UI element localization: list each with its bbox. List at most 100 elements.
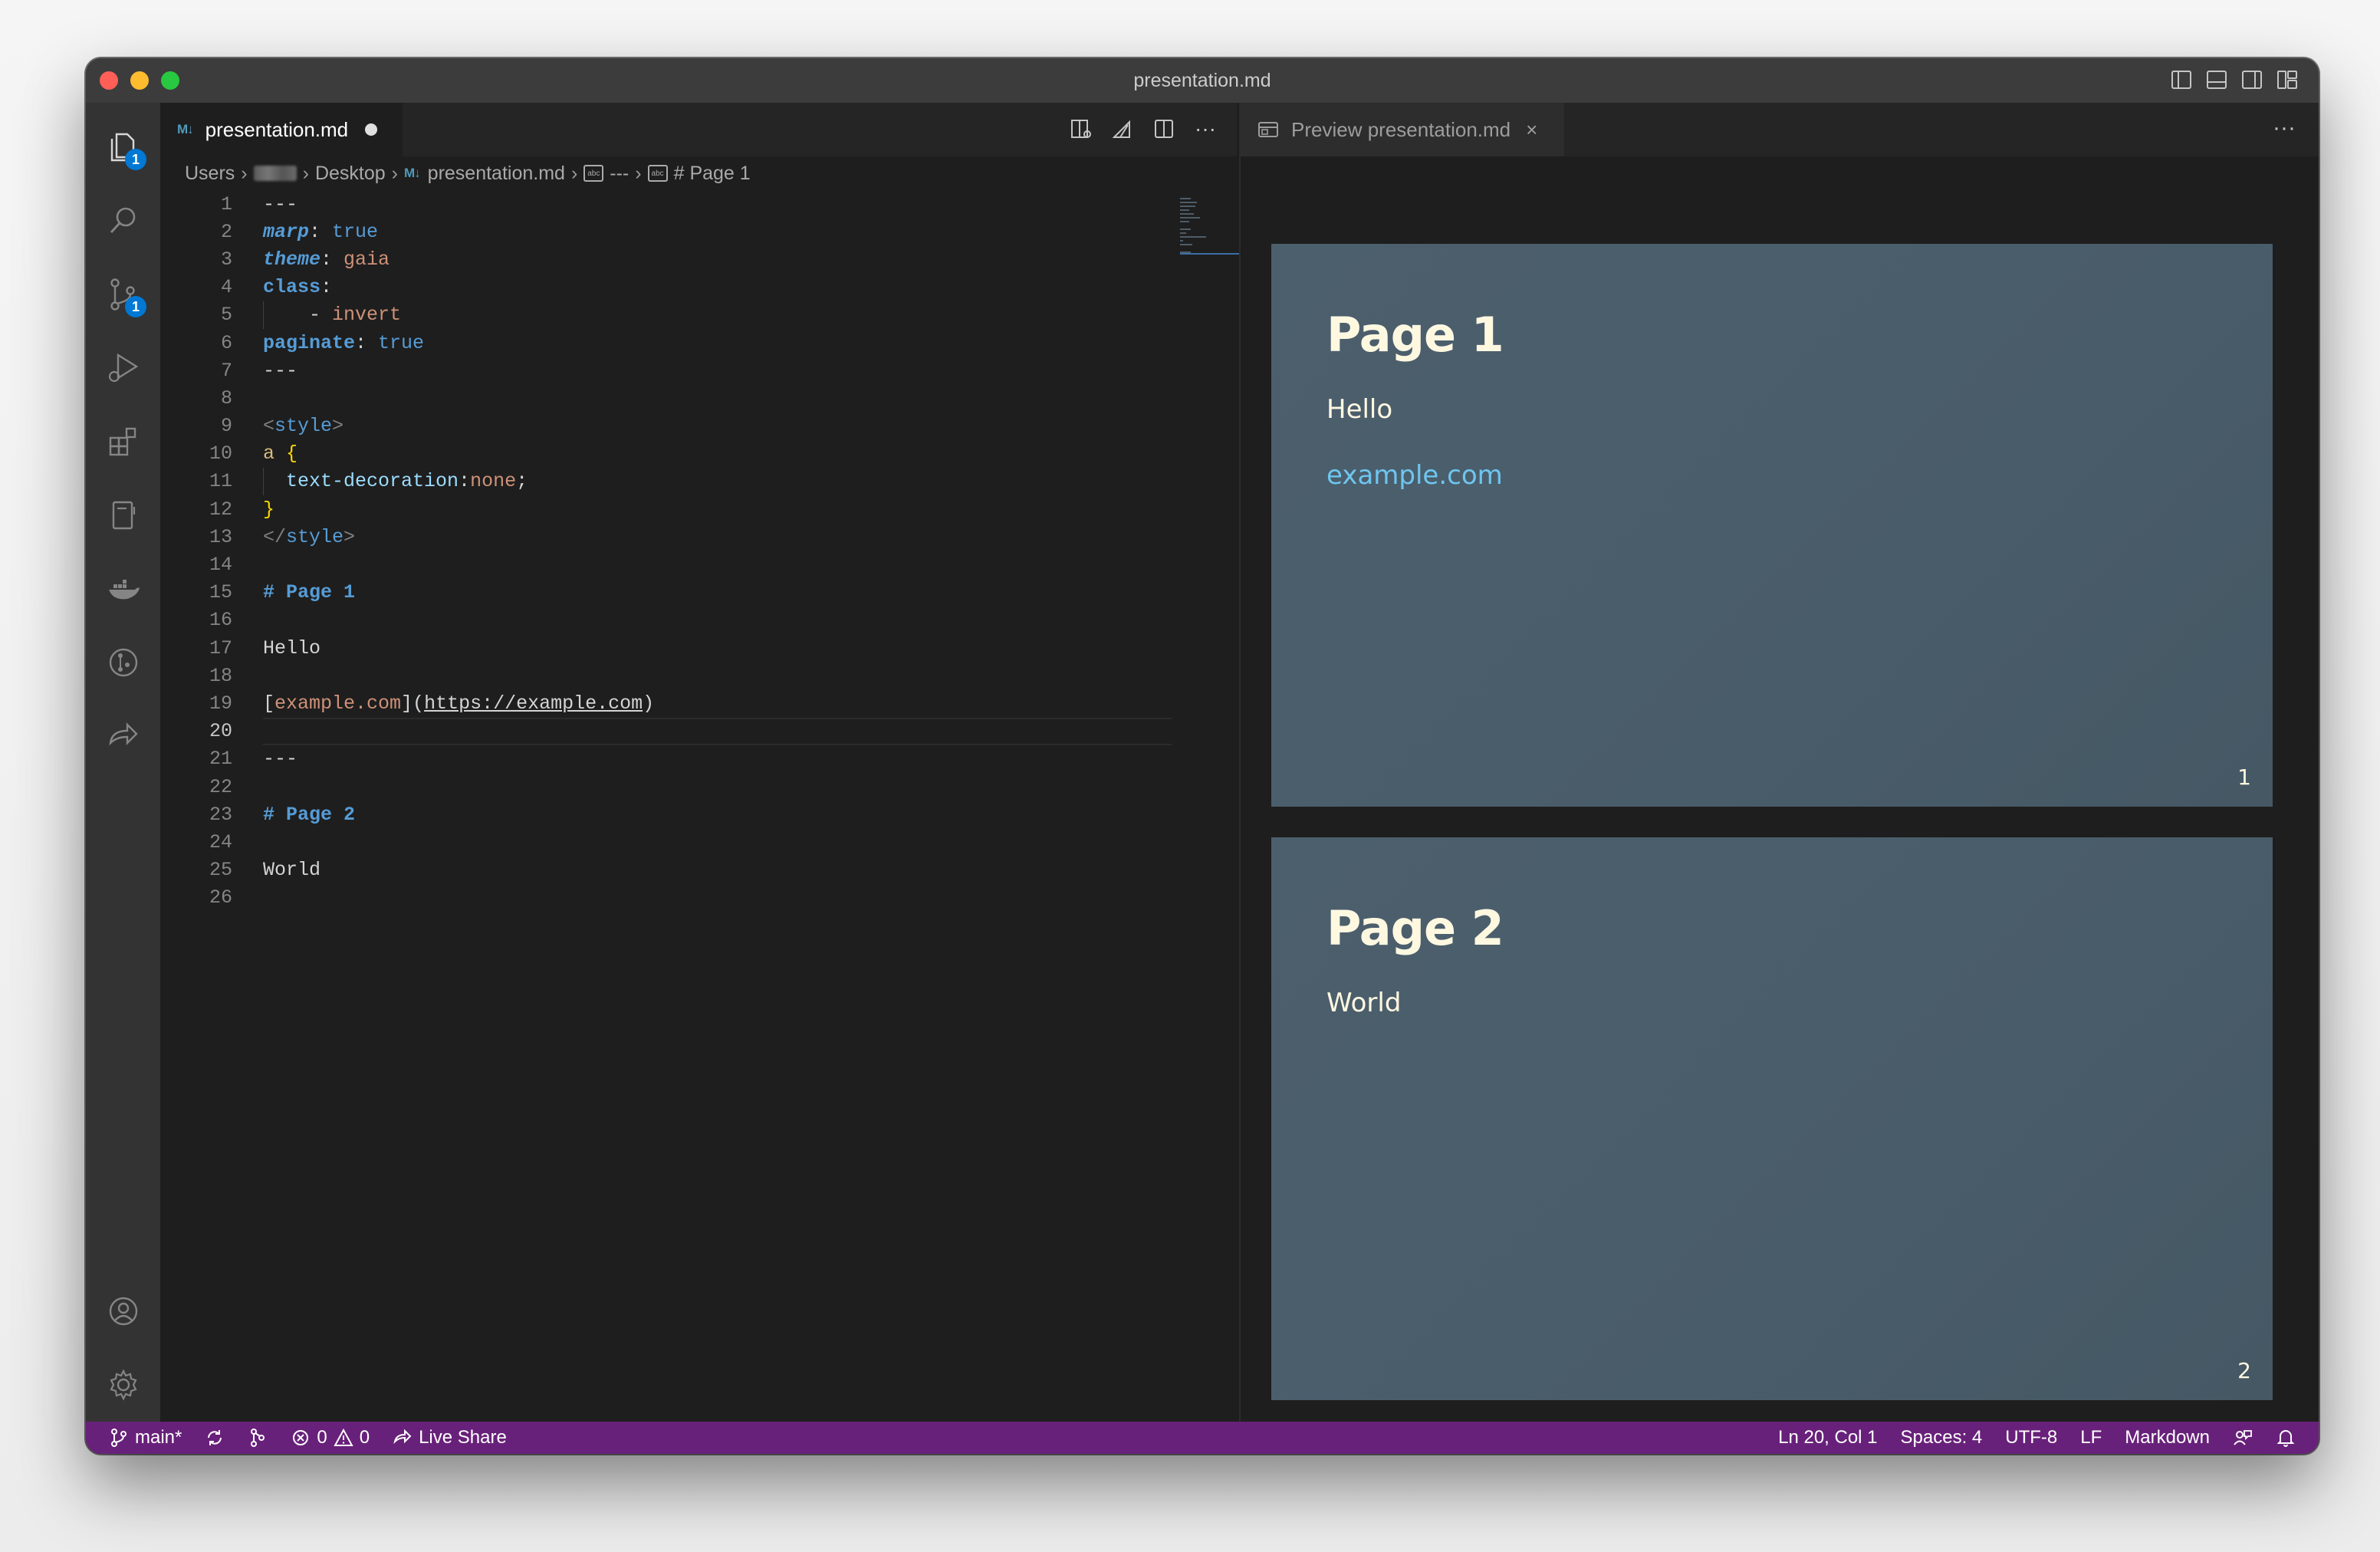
source-control-icon[interactable]: 1 — [86, 258, 160, 331]
minimap[interactable] — [1180, 198, 1287, 282]
preview-tab-bar: Preview presentation.md × ··· — [1241, 103, 2319, 156]
extensions-icon[interactable] — [86, 405, 160, 478]
layout-controls — [2170, 69, 2299, 90]
code-line: 21 --- — [160, 745, 1172, 773]
marp-command-icon[interactable] — [1111, 117, 1134, 141]
slide-link[interactable]: example.com — [1326, 460, 1503, 491]
symbol-string-icon: abc — [583, 165, 604, 182]
end-of-line[interactable]: LF — [2080, 1427, 2102, 1448]
code-editor[interactable]: 1 --- 2 marp: true 3 theme: gaia 4 class: 5-… — [160, 190, 1172, 912]
more-actions-icon[interactable]: ··· — [2273, 115, 2296, 141]
cursor-position[interactable]: Ln 20, Col 1 — [1778, 1427, 1877, 1448]
minimize-window-button[interactable] — [130, 71, 149, 90]
code-line: 13 </style> — [160, 523, 1172, 551]
chevron-right-icon: › — [391, 162, 398, 184]
code-line: 11 text-decoration:none; — [160, 467, 1172, 496]
line-number: 18 — [209, 664, 232, 687]
slide-page-number: 2 — [2237, 1358, 2251, 1383]
breadcrumb-users[interactable]: Users — [185, 163, 235, 185]
line-number: 25 — [209, 859, 232, 882]
feedback-icon[interactable] — [2233, 1428, 2253, 1448]
error-count: 0 — [317, 1427, 327, 1448]
customize-layout-icon[interactable] — [2276, 69, 2299, 90]
slide-text: Hello — [1326, 394, 1393, 425]
warning-icon — [334, 1428, 353, 1446]
code-line: 10 a { — [160, 440, 1172, 468]
redacted-username — [253, 166, 297, 181]
slide-title: Page 1 — [1326, 307, 1504, 363]
chevron-right-icon: › — [635, 162, 642, 184]
current-line-highlight — [263, 717, 1172, 745]
split-editor-icon[interactable] — [1152, 117, 1175, 141]
language-mode[interactable]: Markdown — [2125, 1427, 2210, 1448]
tab-preview[interactable]: Preview presentation.md × — [1241, 103, 1564, 156]
notebook-icon[interactable] — [86, 478, 160, 552]
live-share-icon — [393, 1429, 412, 1445]
settings-gear-icon[interactable] — [86, 1348, 160, 1422]
line-number: 6 — [220, 331, 232, 354]
code-line: 25 World — [160, 857, 1172, 884]
breadcrumb-heading[interactable]: # Page 1 — [674, 163, 751, 185]
code-line: 24 — [160, 828, 1172, 856]
encoding[interactable]: UTF-8 — [2005, 1427, 2057, 1448]
indentation[interactable]: Spaces: 4 — [1901, 1427, 1983, 1448]
source-control-badge: 1 — [125, 296, 146, 317]
problems-status[interactable]: 0 0 — [291, 1427, 370, 1448]
code-line: 18 — [160, 662, 1172, 689]
accounts-icon[interactable] — [86, 1274, 160, 1348]
more-actions-icon[interactable]: ··· — [1194, 117, 1217, 141]
tab-presentation-md[interactable]: M↓ presentation.md — [160, 103, 403, 156]
code-line: 19 [example.com](https://example.com) — [160, 689, 1172, 717]
breadcrumb-frontmatter[interactable]: --- — [610, 163, 629, 185]
chevron-right-icon: › — [241, 162, 248, 184]
git-branch-icon — [111, 1429, 127, 1447]
line-number: 8 — [220, 386, 232, 409]
live-share-label: Live Share — [419, 1427, 507, 1448]
run-debug-icon[interactable] — [86, 331, 160, 405]
search-icon[interactable] — [86, 184, 160, 258]
line-number: 13 — [209, 525, 232, 548]
toggle-primary-sidebar-icon[interactable] — [2170, 69, 2193, 90]
code-line: 26 — [160, 884, 1172, 912]
symbol-string-icon: abc — [647, 165, 668, 182]
code-line: 17 Hello — [160, 634, 1172, 662]
docker-icon[interactable] — [86, 552, 160, 626]
code-line: 23 # Page 2 — [160, 801, 1172, 828]
breadcrumb-desktop[interactable]: Desktop — [315, 163, 386, 185]
line-number: 10 — [209, 442, 232, 465]
branch-status[interactable]: main* — [109, 1427, 182, 1448]
git-graph-status-icon[interactable] — [248, 1428, 268, 1448]
chevron-right-icon: › — [302, 162, 309, 184]
line-number: 24 — [209, 830, 232, 853]
tab-label: presentation.md — [205, 117, 349, 141]
status-bar: main* 0 0 Live Share Ln 20, Col 1 Spaces… — [86, 1422, 2319, 1454]
preview-icon — [1258, 122, 1278, 137]
toggle-panel-icon[interactable] — [2205, 69, 2228, 90]
open-preview-to-side-icon[interactable] — [1070, 117, 1093, 141]
code-line: 14 — [160, 551, 1172, 578]
live-share-status[interactable]: Live Share — [393, 1427, 507, 1448]
code-line: 16 — [160, 607, 1172, 634]
code-line: 9 <style> — [160, 413, 1172, 440]
live-share-icon[interactable] — [86, 699, 160, 773]
close-window-button[interactable] — [100, 71, 118, 90]
explorer-icon[interactable]: 1 — [86, 110, 160, 184]
indent-guide — [263, 301, 264, 329]
git-graph-icon[interactable] — [86, 626, 160, 699]
explorer-badge: 1 — [125, 149, 146, 170]
breadcrumb-file[interactable]: presentation.md — [428, 163, 565, 185]
toggle-secondary-sidebar-icon[interactable] — [2240, 69, 2263, 90]
activity-bar: 1 1 — [86, 103, 160, 1422]
unsaved-dot-icon[interactable] — [365, 123, 378, 136]
line-number: 4 — [220, 276, 232, 299]
maximize-window-button[interactable] — [161, 71, 179, 90]
line-number: 19 — [209, 692, 232, 715]
notifications-bell-icon[interactable] — [2276, 1428, 2296, 1448]
sync-icon[interactable] — [205, 1428, 225, 1448]
line-number: 26 — [209, 886, 232, 909]
line-number: 16 — [209, 609, 232, 632]
code-line: 3 theme: gaia — [160, 245, 1172, 273]
close-tab-icon[interactable]: × — [1526, 118, 1537, 142]
branch-name: main* — [135, 1427, 182, 1448]
editor-group-left: M↓ presentation.md ··· Users › › Desktop… — [160, 103, 1320, 1422]
